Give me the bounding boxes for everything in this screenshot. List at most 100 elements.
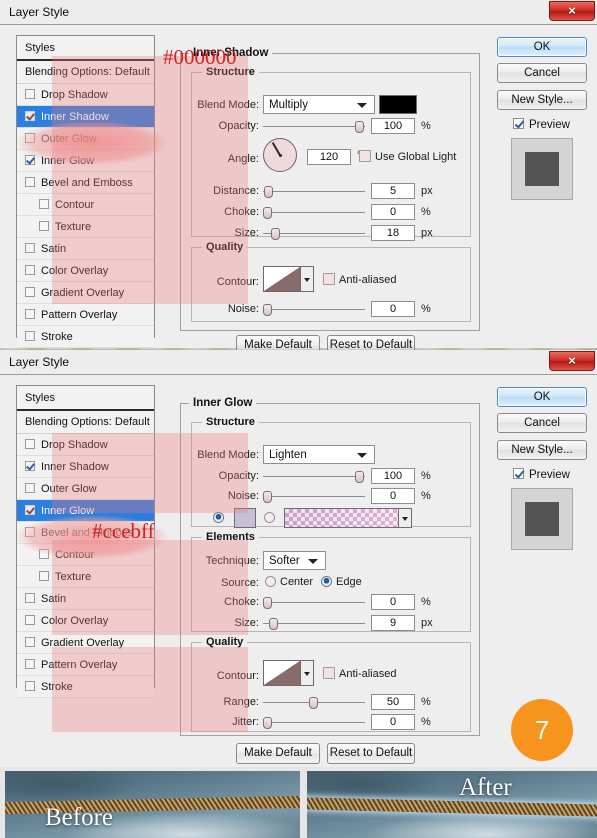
slider-knob[interactable] [309,697,318,709]
checkbox-satin[interactable] [25,593,35,603]
style-item-texture[interactable]: Texture [17,216,154,238]
style-item-inner-shadow[interactable]: Inner Shadow [17,106,154,128]
slider-knob[interactable] [355,121,364,133]
size-input[interactable]: 18 [371,225,415,241]
ok-button[interactable]: OK [497,387,587,407]
new-style-button[interactable]: New Style... [497,90,587,110]
size-slider[interactable] [263,228,365,240]
slider-knob[interactable] [264,186,273,198]
style-item-color-overlay[interactable]: Color Overlay [17,260,154,282]
glow-gradient-radio[interactable] [264,512,275,523]
noise-slider[interactable] [263,304,365,316]
source-center-radio[interactable] [265,576,276,587]
blend-mode-select[interactable]: Multiply [263,95,375,114]
style-item-drop-shadow[interactable]: Drop Shadow [17,434,154,456]
opacity-input[interactable]: 100 [371,118,415,134]
checkbox-pattern-overlay[interactable] [25,309,35,319]
style-item-gradient-overlay[interactable]: Gradient Overlay [17,632,154,654]
size-slider[interactable] [263,618,365,630]
checkbox-satin[interactable] [25,243,35,253]
size-input[interactable]: 9 [371,615,415,631]
contour-preview[interactable] [263,660,301,686]
checkbox-inner-glow[interactable] [25,505,35,515]
style-item-satin[interactable]: Satin [17,238,154,260]
noise-input[interactable]: 0 [371,301,415,317]
close-icon[interactable]: × [549,1,595,21]
glow-color-swatch[interactable] [234,508,256,528]
style-item-stroke[interactable]: Stroke [17,676,154,698]
checkbox-drop-shadow[interactable] [25,89,35,99]
style-item-gradient-overlay[interactable]: Gradient Overlay [17,282,154,304]
slider-knob[interactable] [263,717,272,729]
checkbox-pattern-overlay[interactable] [25,659,35,669]
style-item-pattern-overlay[interactable]: Pattern Overlay [17,654,154,676]
cancel-button[interactable]: Cancel [497,413,587,433]
style-item-inner-shadow[interactable]: Inner Shadow [17,456,154,478]
range-slider[interactable] [263,697,365,709]
style-item-pattern-overlay[interactable]: Pattern Overlay [17,304,154,326]
style-item-outer-glow[interactable]: Outer Glow [17,128,154,150]
range-input[interactable]: 50 [371,694,415,710]
slider-knob[interactable] [355,471,364,483]
glow-gradient-preview[interactable] [284,508,399,528]
distance-slider[interactable] [263,186,365,198]
styles-header[interactable]: Styles [17,386,154,411]
style-item-inner-glow[interactable]: Inner Glow [17,150,154,172]
checkbox-bevel-and-emboss[interactable] [25,527,35,537]
opacity-slider[interactable] [263,471,365,483]
checkbox-color-overlay[interactable] [25,265,35,275]
use-global-light-checkbox[interactable] [359,150,371,162]
jitter-input[interactable]: 0 [371,714,415,730]
glow-color-radio[interactable] [213,512,224,523]
style-item-bevel-and-emboss[interactable]: Bevel and Emboss [17,522,154,544]
new-style-button[interactable]: New Style... [497,440,587,460]
checkbox-inner-shadow[interactable] [25,111,35,121]
style-item-contour[interactable]: Contour [17,194,154,216]
jitter-slider[interactable] [263,717,365,729]
contour-dropdown-button[interactable] [301,660,314,686]
style-item-texture[interactable]: Texture [17,566,154,588]
styles-header[interactable]: Styles [17,36,154,61]
angle-dial[interactable] [263,138,297,172]
choke-slider[interactable] [263,597,365,609]
ok-button[interactable]: OK [497,37,587,57]
checkbox-outer-glow[interactable] [25,133,35,143]
distance-input[interactable]: 5 [371,183,415,199]
anti-aliased-checkbox[interactable] [323,273,335,285]
checkbox-drop-shadow[interactable] [25,439,35,449]
make-default-button[interactable]: Make Default [236,743,320,764]
checkbox-bevel-and-emboss[interactable] [25,177,35,187]
noise-slider[interactable] [263,491,365,503]
preview-checkbox-row[interactable]: Preview [513,118,570,131]
blending-options-item[interactable]: Blending Options: Default [17,61,154,84]
checkbox-stroke[interactable] [25,681,35,691]
style-item-bevel-and-emboss[interactable]: Bevel and Emboss [17,172,154,194]
dialog-titlebar[interactable]: Layer Style × [0,0,597,24]
slider-knob[interactable] [269,618,278,630]
style-item-satin[interactable]: Satin [17,588,154,610]
reset-to-default-button[interactable]: Reset to Default [327,743,415,764]
contour-dropdown-button[interactable] [301,266,314,292]
preview-checkbox[interactable] [513,118,524,129]
checkbox-gradient-overlay[interactable] [25,637,35,647]
checkbox-texture[interactable] [39,571,49,581]
style-item-drop-shadow[interactable]: Drop Shadow [17,84,154,106]
choke-input[interactable]: 0 [371,594,415,610]
cancel-button[interactable]: Cancel [497,63,587,83]
contour-preview[interactable] [263,266,301,292]
style-item-color-overlay[interactable]: Color Overlay [17,610,154,632]
anti-aliased-checkbox[interactable] [323,667,335,679]
slider-knob[interactable] [263,207,272,219]
opacity-input[interactable]: 100 [371,468,415,484]
preview-checkbox-row[interactable]: Preview [513,468,570,481]
opacity-slider[interactable] [263,121,365,133]
angle-input[interactable]: 120 [307,149,351,165]
choke-input[interactable]: 0 [371,204,415,220]
checkbox-outer-glow[interactable] [25,483,35,493]
slider-knob[interactable] [263,304,272,316]
checkbox-contour[interactable] [39,549,49,559]
slider-knob[interactable] [263,597,272,609]
noise-input[interactable]: 0 [371,488,415,504]
technique-select[interactable]: Softer [263,551,326,570]
style-item-outer-glow[interactable]: Outer Glow [17,478,154,500]
